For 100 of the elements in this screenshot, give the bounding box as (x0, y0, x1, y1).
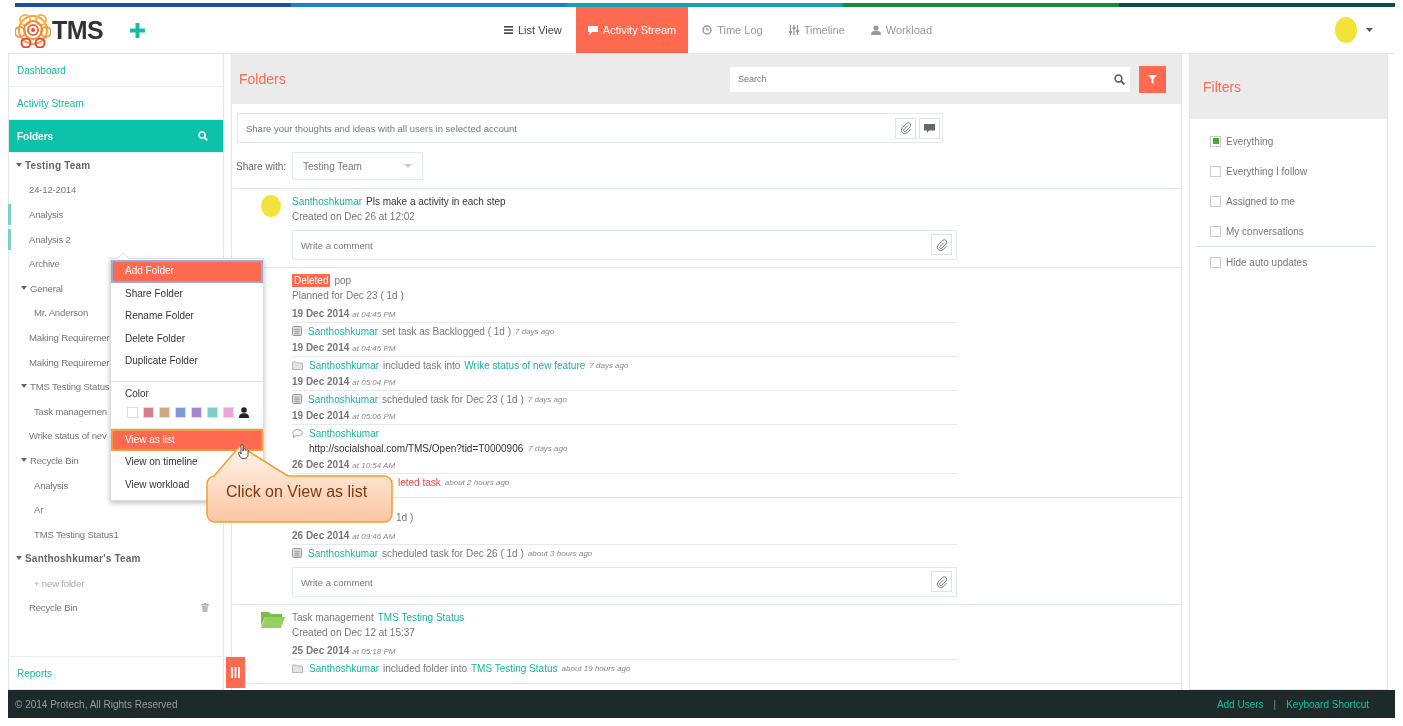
reports-link[interactable]: Reports (17, 667, 52, 679)
menu-section-label: Color (124, 386, 150, 401)
color-swatch[interactable] (127, 407, 138, 418)
post-meta: Created on Dec 26 at 12:02 (292, 211, 415, 222)
checkbox[interactable] (1210, 165, 1221, 177)
time-ago: 7 days ago (528, 444, 568, 453)
checkbox-label[interactable]: My conversations (1226, 225, 1304, 237)
person-icon (870, 25, 881, 35)
comment-button[interactable] (919, 117, 940, 139)
activity-date: 19 Dec 2014 (292, 376, 350, 387)
attach-button[interactable] (931, 571, 952, 592)
folder-link[interactable]: TMS Testing Status (377, 612, 465, 623)
checkbox-label[interactable]: Everything I follow (1226, 165, 1308, 177)
search-field[interactable]: Search (730, 66, 1130, 92)
checkbox-label[interactable]: Everything (1226, 135, 1274, 147)
folder-item[interactable]: Analysis (34, 479, 69, 491)
footer-link[interactable]: Keyboard Shortcut (1286, 698, 1369, 710)
nav-tab[interactable]: Timeline (776, 7, 857, 53)
attach-button[interactable] (931, 234, 952, 255)
folder-item[interactable]: Recycle Bin (29, 602, 78, 614)
caret-icon[interactable] (21, 457, 27, 463)
footer-link[interactable]: Add Users (1216, 698, 1264, 710)
person-icon[interactable] (239, 407, 249, 418)
color-swatch[interactable] (191, 407, 202, 418)
user-link[interactable]: Santhoshkumar (292, 196, 363, 207)
nav-tab[interactable]: Workload (858, 7, 945, 53)
user-link[interactable]: Santhoshkumar (308, 325, 379, 337)
activity-time: at 05:18 PM (352, 647, 396, 656)
comment-field[interactable]: Write a comment (292, 567, 957, 597)
trash-icon[interactable] (201, 603, 209, 613)
calendar-icon (292, 394, 302, 404)
folder-item[interactable]: Analysis (29, 209, 64, 220)
share-dropdown[interactable]: Testing Team (292, 152, 424, 180)
calendar-icon (292, 548, 302, 558)
folder-link[interactable]: Wrike status of new feature (464, 359, 586, 371)
folder-item[interactable]: Task managemen (34, 405, 107, 417)
composer-field[interactable]: Share your thoughts and ideas with all users in selected account (237, 113, 943, 143)
menu-item[interactable]: Share Folder (111, 282, 263, 305)
checkbox[interactable] (1210, 135, 1221, 147)
menu-item[interactable]: Duplicate Folder (111, 350, 263, 373)
activity-text: included folder into (383, 662, 467, 674)
plus-icon[interactable] (130, 22, 146, 38)
checkbox[interactable] (1210, 257, 1221, 268)
team-item[interactable]: Santhoshkumar's Team (25, 553, 141, 565)
color-swatch[interactable] (223, 407, 234, 418)
color-swatch[interactable] (175, 407, 186, 418)
nav-tab[interactable]: Time Log (690, 7, 775, 53)
color-swatch[interactable] (207, 407, 218, 418)
speech-bubble-icon (924, 123, 935, 133)
caret-icon[interactable] (16, 556, 22, 562)
panel-title: Filters (1203, 78, 1242, 95)
caret-icon[interactable] (1366, 28, 1373, 32)
folder-item[interactable]: Analysis 2 (29, 233, 71, 245)
user-link[interactable]: Santhoshkumar (309, 359, 380, 371)
folder-item[interactable]: Wrike status of nev (29, 430, 107, 442)
activity-time: at 04:45 PM (352, 344, 396, 353)
folder-item[interactable]: Ar (34, 504, 44, 516)
sidebar-item[interactable]: Dashboard (9, 54, 223, 87)
nav-tab[interactable]: List View (492, 7, 574, 53)
caret-icon[interactable] (21, 285, 27, 291)
funnel-icon (1148, 74, 1157, 84)
menu-item[interactable]: Delete Folder (111, 327, 263, 350)
user-avatar[interactable] (1335, 17, 1357, 43)
calendar-icon (292, 326, 302, 336)
folder-link[interactable]: TMS Testing Status (471, 662, 558, 674)
menu-item[interactable]: Add Folder (111, 260, 263, 283)
search-icon[interactable] (1114, 73, 1125, 85)
folder-item[interactable]: TMS Testing Status (30, 381, 110, 393)
folder-item[interactable]: General (30, 282, 63, 294)
caret-icon[interactable] (16, 162, 22, 168)
caret-icon (404, 164, 413, 168)
folder-item[interactable]: TMS Testing Status1 (34, 528, 119, 540)
copyright-text: © 2014 Protech, All Rights Reserved (15, 698, 178, 710)
new-folder-link[interactable]: + new folder (29, 577, 85, 589)
team-item[interactable]: Testing Team (25, 159, 91, 171)
caret-icon[interactable] (21, 384, 27, 390)
attach-button[interactable] (895, 117, 916, 139)
folder-item[interactable]: Recycle Bin (30, 454, 79, 466)
folder-item[interactable]: Making Requiremer (29, 356, 110, 368)
folder-item[interactable]: 24-12-2014 (29, 184, 77, 196)
activity-time: at 09:46 AM (352, 532, 396, 541)
collapse-button[interactable] (226, 657, 245, 688)
comment-field[interactable]: Write a comment (292, 230, 957, 260)
checkbox-label[interactable]: Hide auto updates (1226, 257, 1308, 268)
color-swatch[interactable] (159, 407, 170, 418)
user-link[interactable]: Santhoshkumar (308, 393, 379, 405)
filter-button[interactable] (1139, 65, 1166, 93)
nav-tab[interactable]: Activity Stream (575, 7, 689, 53)
checkbox[interactable] (1210, 225, 1221, 237)
checkbox[interactable] (1210, 195, 1221, 207)
checkbox-label[interactable]: Assigned to me (1226, 195, 1295, 207)
user-link[interactable]: Santhoshkumar (309, 662, 380, 674)
user-link[interactable]: Santhoshkumar (309, 427, 380, 439)
color-swatch[interactable] (143, 407, 154, 418)
folder-item[interactable]: Archive (29, 258, 60, 270)
user-link[interactable]: Santhoshkumar (308, 547, 379, 559)
menu-item[interactable]: Rename Folder (111, 305, 263, 328)
folder-item[interactable]: Mr. Anderson (34, 307, 89, 319)
time-ago: 7 days ago (515, 326, 555, 336)
folder-item[interactable]: Making Requiremer (29, 331, 110, 343)
